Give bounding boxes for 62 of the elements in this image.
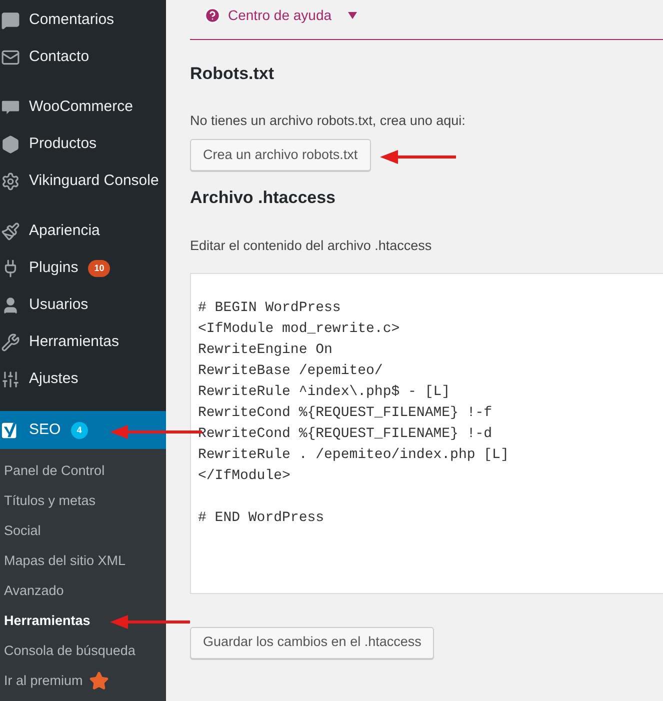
htaccess-description: Editar el contenido del archivo .htaccess (190, 237, 433, 256)
code-line: RewriteCond %{REQUEST_FILENAME} !-d (198, 424, 492, 444)
submenu-item[interactable]: Ir al premium (0, 666, 166, 696)
sidebar-label: Usuarios (29, 295, 88, 316)
sidebar-item[interactable]: Vikinguard Console (0, 163, 166, 200)
submenu-item[interactable]: Panel de Control (0, 456, 166, 486)
sidebar-item[interactable]: Comentarios (0, 2, 166, 39)
submenu-item[interactable]: Herramientas (0, 606, 166, 636)
sidebar-label: Comentarios (29, 10, 114, 30)
caret-icon (348, 12, 357, 19)
wrench-icon (1, 333, 20, 352)
help-icon (204, 7, 221, 24)
envelope-icon (1, 48, 20, 67)
code-line: RewriteCond %{REQUEST_FILENAME} !-f (198, 404, 492, 422)
save-htaccess-button[interactable]: Guardar los cambios en el .htaccess (190, 626, 434, 658)
sidebar-label: WooCommerce (29, 97, 133, 118)
sidebar-item[interactable]: SEO 4 (0, 411, 166, 449)
submenu-item[interactable]: Avanzado (0, 576, 166, 606)
sidebar-label: Ajustes (29, 369, 78, 390)
comment-icon (1, 11, 20, 30)
sidebar-label: Apariencia (29, 221, 100, 242)
sidebar-item[interactable]: WooCommerce (0, 89, 166, 126)
code-line: RewriteEngine On (198, 340, 332, 360)
sidebar-label: Productos (29, 134, 97, 154)
sidebar-item[interactable]: Usuarios (0, 287, 166, 324)
paintbrush-icon (1, 222, 20, 241)
sidebar-item[interactable]: Herramientas (0, 324, 166, 361)
robots-description: No tienes un archivo robots.txt, crea uno aqui: (190, 112, 466, 130)
user-icon (1, 296, 20, 315)
sidebar-item[interactable]: Apariencia (0, 213, 166, 250)
sidebar-label: Plugins (29, 258, 78, 278)
sidebar-label: SEO (29, 420, 61, 440)
help-center-link[interactable]: Centro de ayuda (228, 5, 332, 26)
create-robots-button[interactable]: Crea un archivo robots.txt (190, 138, 371, 171)
sidebar-label: Contacto (29, 47, 90, 68)
code-line: RewriteBase /epemiteo/ (198, 362, 383, 380)
count-badge: 10 (88, 260, 110, 277)
gear-icon (1, 172, 20, 191)
sliders-icon (1, 370, 20, 389)
section-heading: Robots.txt (190, 63, 276, 85)
code-line: RewriteRule . /epemiteo/index.php [L] (198, 446, 509, 464)
submenu-item[interactable]: Social (0, 516, 166, 546)
code-line: # BEGIN WordPress (198, 298, 341, 318)
count-badge: 4 (70, 422, 88, 438)
sidebar-item[interactable]: Plugins 10 (0, 250, 166, 287)
sidebar-label: Vikinguard Console (29, 171, 159, 192)
code-line: </IfModule> (198, 466, 290, 486)
sidebar-item[interactable]: Contacto (0, 39, 166, 76)
code-line: <IfModule mod_rewrite.c> (198, 320, 400, 338)
code-line: # END WordPress (198, 508, 324, 528)
speech-bubble-icon (1, 98, 20, 117)
submenu-item[interactable]: Títulos y metas (0, 486, 166, 516)
sidebar-item[interactable]: Productos (0, 126, 166, 163)
code-line: RewriteRule ^index\.php$ - [L] (198, 382, 450, 402)
submenu-item[interactable]: Mapas del sitio XML (0, 546, 166, 576)
box-icon (1, 135, 20, 154)
htaccess-editor[interactable] (190, 272, 663, 594)
sidebar-item[interactable]: Ajustes (0, 361, 166, 398)
star-icon (88, 671, 109, 691)
sidebar-label: Herramientas (29, 332, 120, 352)
section-heading: Archivo .htaccess (190, 186, 337, 209)
submenu-item[interactable]: Consola de búsqueda (0, 636, 166, 666)
